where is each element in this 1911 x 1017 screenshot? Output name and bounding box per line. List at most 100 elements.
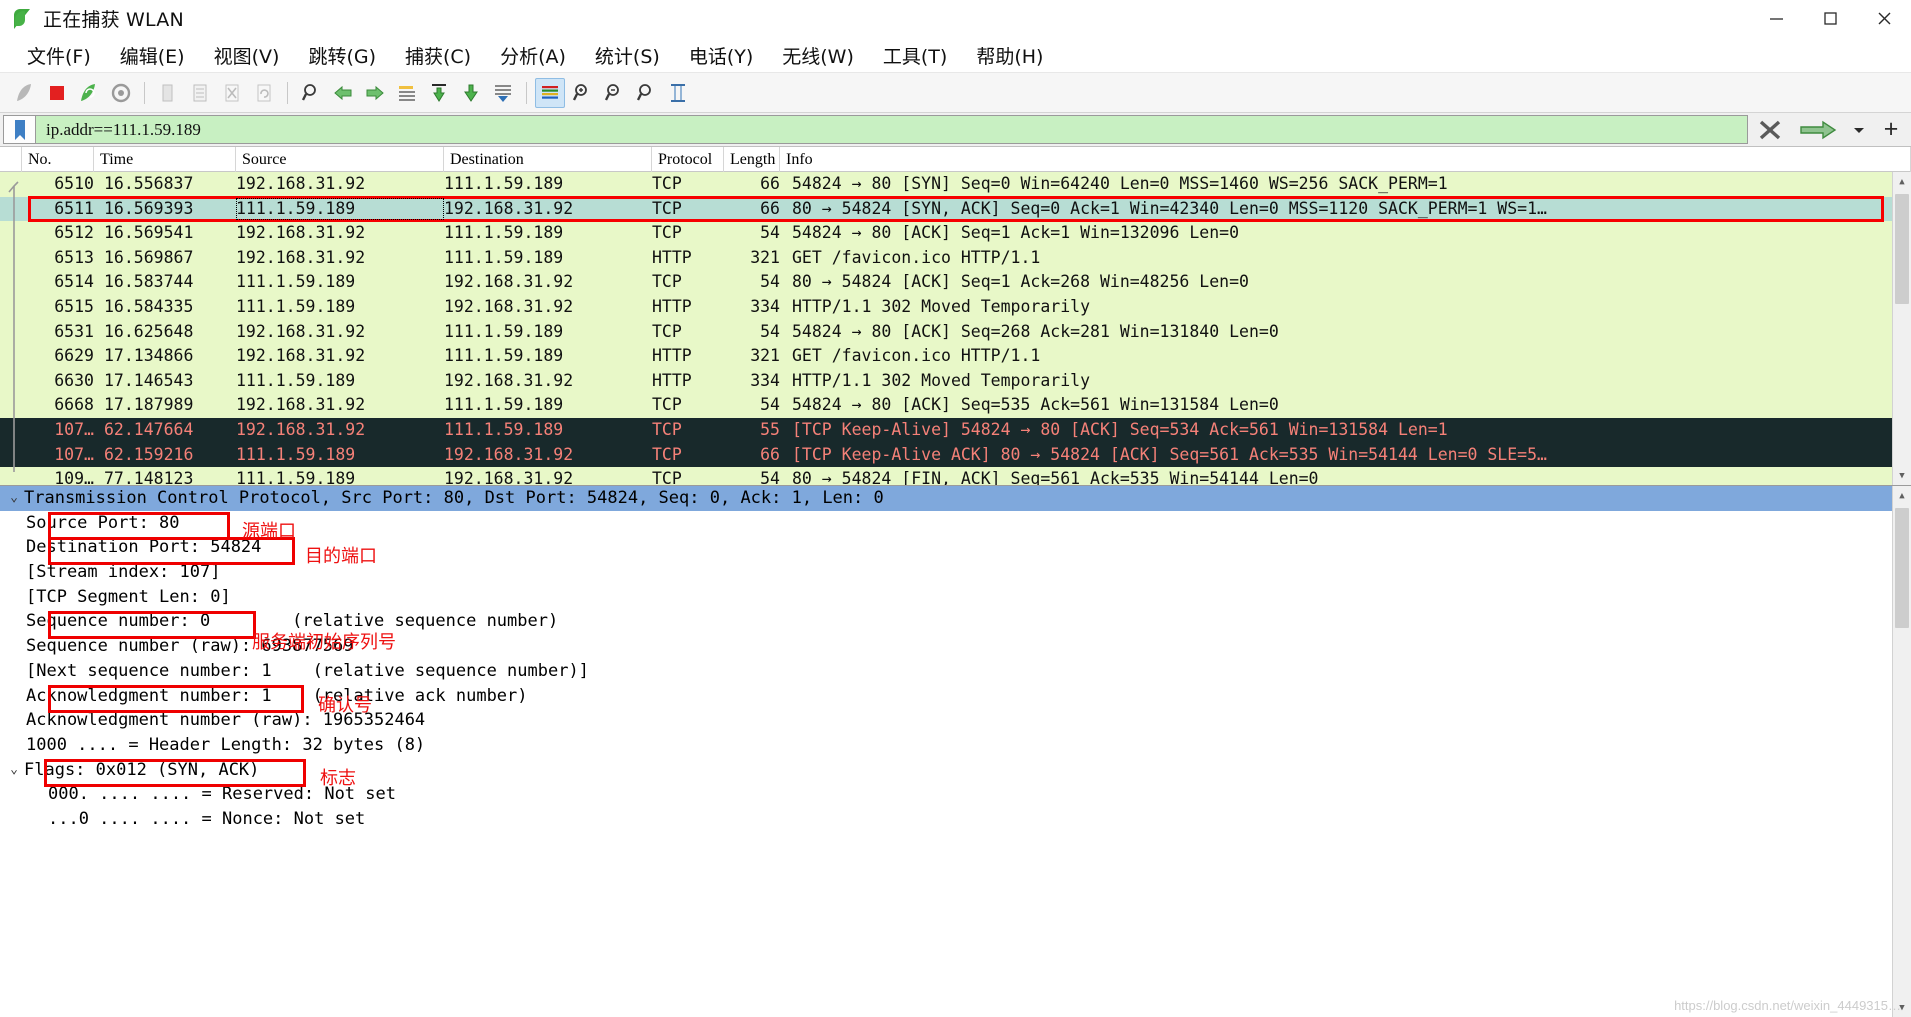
- capture-options-icon[interactable]: [106, 78, 136, 108]
- colorize-packets-icon[interactable]: [535, 78, 565, 108]
- table-row[interactable]: 107… 62.147664 192.168.31.92 111.1.59.18…: [0, 418, 1911, 443]
- resize-columns-icon[interactable]: [663, 78, 693, 108]
- go-to-packet-icon[interactable]: [392, 78, 422, 108]
- detail-row-reserved[interactable]: 000. .... .... = Reserved: Not set: [0, 782, 1911, 807]
- detail-row-header-length[interactable]: 1000 .... = Header Length: 32 bytes (8): [0, 733, 1911, 758]
- menu-go[interactable]: 跳转(G): [294, 40, 391, 71]
- table-row[interactable]: 6514 16.583744 111.1.59.189 192.168.31.9…: [0, 270, 1911, 295]
- cell-length: 54: [724, 320, 780, 345]
- cell-info: HTTP/1.1 302 Moved Temporarily: [780, 369, 1911, 394]
- scroll-thumb[interactable]: [1895, 508, 1909, 628]
- detail-row-tcp-segment-len[interactable]: [TCP Segment Len: 0]: [0, 585, 1911, 610]
- menu-analyze[interactable]: 分析(A): [486, 40, 581, 71]
- zoom-out-icon[interactable]: [599, 78, 629, 108]
- reload-file-icon[interactable]: [249, 78, 279, 108]
- scroll-up-icon[interactable]: ▲: [1893, 172, 1911, 191]
- chevron-down-icon[interactable]: ⌄: [4, 758, 24, 783]
- cell-length: 66: [724, 443, 780, 468]
- cell-time: 16.583744: [94, 270, 236, 295]
- cell-source: 111.1.59.189: [236, 270, 444, 295]
- start-capture-icon[interactable]: [10, 78, 40, 108]
- cell-destination: 192.168.31.92: [444, 443, 652, 468]
- close-file-icon[interactable]: [217, 78, 247, 108]
- table-row[interactable]: 6630 17.146543 111.1.59.189 192.168.31.9…: [0, 369, 1911, 394]
- chevron-down-icon[interactable]: [1844, 115, 1874, 144]
- detail-row-flags[interactable]: ⌄ Flags: 0x012 (SYN, ACK): [0, 758, 1911, 783]
- scroll-down-icon[interactable]: ▼: [1893, 466, 1911, 485]
- menu-tools[interactable]: 工具(T): [869, 40, 962, 71]
- packet-list-scrollbar[interactable]: ▲ ▼: [1892, 172, 1911, 485]
- table-row[interactable]: 6668 17.187989 192.168.31.92 111.1.59.18…: [0, 393, 1911, 418]
- cell-protocol: TCP: [652, 418, 724, 443]
- menu-statistics[interactable]: 统计(S): [581, 40, 675, 71]
- cell-destination: 192.168.31.92: [444, 270, 652, 295]
- detail-row-acknowledgment-number[interactable]: Acknowledgment number: 1 (relative ack n…: [0, 684, 1911, 709]
- clear-filter-icon[interactable]: [1748, 115, 1792, 144]
- column-header-info[interactable]: Info: [780, 147, 1911, 172]
- menu-edit[interactable]: 编辑(E): [106, 40, 200, 71]
- bookmark-icon[interactable]: [3, 115, 35, 144]
- search-input[interactable]: ip.addr==111.1.59.189: [35, 115, 1748, 144]
- detail-row-acknowledgment-number-raw[interactable]: Acknowledgment number (raw): 1965352464: [0, 708, 1911, 733]
- row-marker: [0, 295, 22, 320]
- go-forward-icon[interactable]: [360, 78, 390, 108]
- table-row[interactable]: 6510 16.556837 192.168.31.92 111.1.59.18…: [0, 172, 1911, 197]
- scroll-thumb[interactable]: [1895, 194, 1909, 304]
- close-icon[interactable]: [1857, 0, 1911, 38]
- column-header-source[interactable]: Source: [236, 147, 444, 172]
- scroll-up-icon[interactable]: ▲: [1893, 486, 1911, 505]
- cell-source: 192.168.31.92: [236, 221, 444, 246]
- details-scrollbar[interactable]: ▲ ▼: [1892, 486, 1911, 1017]
- menu-capture[interactable]: 捕获(C): [391, 40, 486, 71]
- annotation-flags: 标志: [320, 764, 356, 790]
- stop-capture-icon[interactable]: [42, 78, 72, 108]
- detail-row-tcp-root[interactable]: ⌄ Transmission Control Protocol, Src Por…: [0, 486, 1911, 511]
- table-row[interactable]: 109… 77.148123 111.1.59.189 192.168.31.9…: [0, 467, 1911, 485]
- apply-filter-arrow-icon[interactable]: [1792, 115, 1844, 144]
- minimize-icon[interactable]: [1749, 0, 1803, 38]
- go-to-last-icon[interactable]: [456, 78, 486, 108]
- cell-destination: 111.1.59.189: [444, 320, 652, 345]
- detail-row-label: Transmission Control Protocol, Src Port:…: [24, 486, 884, 511]
- cell-protocol: TCP: [652, 393, 724, 418]
- zoom-reset-icon[interactable]: [631, 78, 661, 108]
- table-row[interactable]: 6515 16.584335 111.1.59.189 192.168.31.9…: [0, 295, 1911, 320]
- column-header-no[interactable]: No.: [22, 147, 94, 172]
- menu-help[interactable]: 帮助(H): [962, 40, 1058, 71]
- add-filter-button-icon[interactable]: +: [1874, 115, 1908, 144]
- table-row[interactable]: 6513 16.569867 192.168.31.92 111.1.59.18…: [0, 246, 1911, 271]
- chevron-down-icon[interactable]: ⌄: [4, 486, 24, 511]
- table-row[interactable]: 107… 62.159216 111.1.59.189 192.168.31.9…: [0, 443, 1911, 468]
- detail-row-next-sequence-number[interactable]: [Next sequence number: 1 (relative seque…: [0, 659, 1911, 684]
- find-packet-icon[interactable]: [296, 78, 326, 108]
- zoom-in-icon[interactable]: [567, 78, 597, 108]
- maximize-icon[interactable]: [1803, 0, 1857, 38]
- menu-wireless[interactable]: 无线(W): [768, 40, 869, 71]
- column-header-destination[interactable]: Destination: [444, 147, 652, 172]
- table-row[interactable]: 6629 17.134866 192.168.31.92 111.1.59.18…: [0, 344, 1911, 369]
- column-header-time[interactable]: Time: [94, 147, 236, 172]
- cell-time: 16.569541: [94, 221, 236, 246]
- cell-source: 192.168.31.92: [236, 418, 444, 443]
- cell-length: 55: [724, 418, 780, 443]
- column-header-length[interactable]: Length: [724, 147, 780, 172]
- go-back-icon[interactable]: [328, 78, 358, 108]
- detail-row-stream-index[interactable]: [Stream index: 107]: [0, 560, 1911, 585]
- menu-file[interactable]: 文件(F): [13, 40, 106, 71]
- go-to-first-icon[interactable]: [424, 78, 454, 108]
- table-row[interactable]: 6531 16.625648 192.168.31.92 111.1.59.18…: [0, 320, 1911, 345]
- detail-row-nonce[interactable]: ...0 .... .... = Nonce: Not set: [0, 807, 1911, 832]
- cell-info: 54824 → 80 [SYN] Seq=0 Win=64240 Len=0 M…: [780, 172, 1911, 197]
- table-row[interactable]: 6511 16.569393 111.1.59.189 192.168.31.9…: [0, 197, 1911, 222]
- menu-view[interactable]: 视图(V): [200, 40, 295, 71]
- restart-capture-icon[interactable]: [74, 78, 104, 108]
- auto-scroll-icon[interactable]: [488, 78, 518, 108]
- cell-protocol: HTTP: [652, 246, 724, 271]
- column-header-protocol[interactable]: Protocol: [652, 147, 724, 172]
- menu-telephony[interactable]: 电话(Y): [675, 40, 768, 71]
- open-file-icon[interactable]: [153, 78, 183, 108]
- cell-time: 16.556837: [94, 172, 236, 197]
- table-row[interactable]: 6512 16.569541 192.168.31.92 111.1.59.18…: [0, 221, 1911, 246]
- save-file-icon[interactable]: [185, 78, 215, 108]
- cell-destination: 111.1.59.189: [444, 246, 652, 271]
